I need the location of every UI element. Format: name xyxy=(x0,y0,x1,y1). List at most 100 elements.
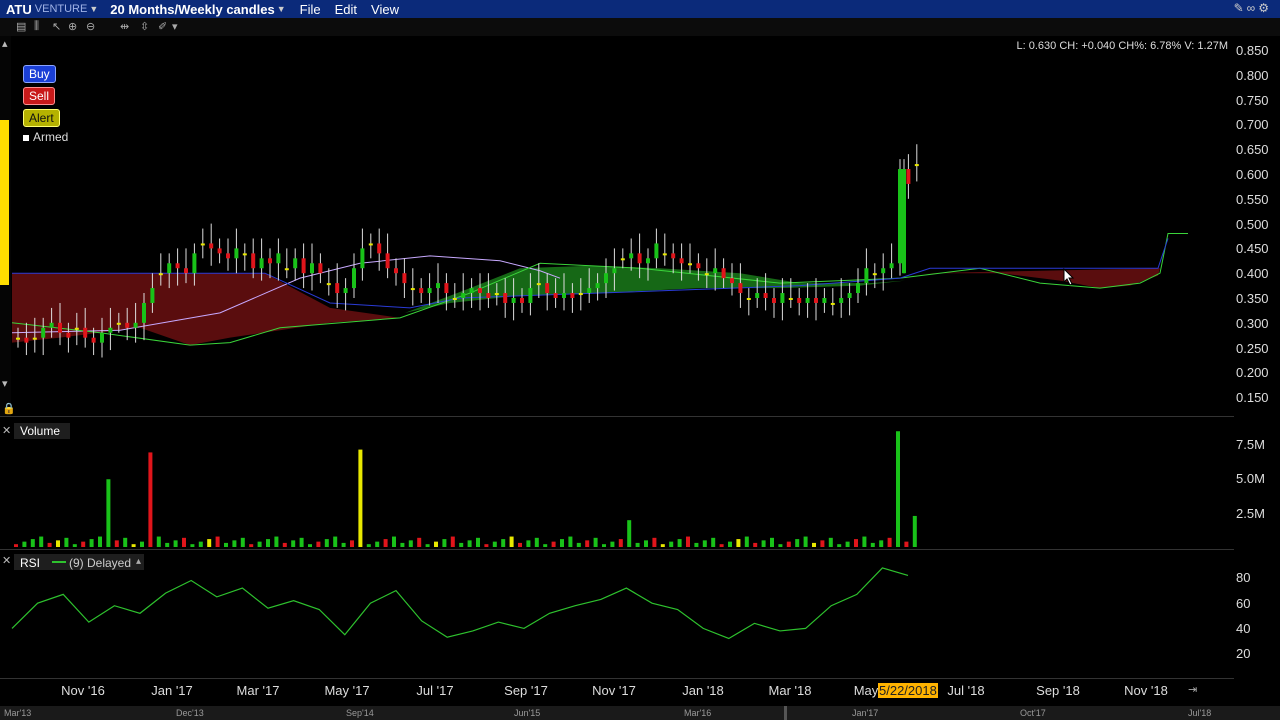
candle-body xyxy=(696,263,701,269)
candle-body xyxy=(553,293,558,298)
candle-body xyxy=(58,322,62,333)
volume-bar xyxy=(408,540,413,547)
candle-body xyxy=(158,273,163,276)
candle-body xyxy=(872,273,877,276)
candle-body xyxy=(259,258,264,269)
candle-body xyxy=(125,322,130,328)
overview-label: Jan'17 xyxy=(852,708,879,718)
volume-bar xyxy=(887,537,892,547)
volume-bar xyxy=(308,544,312,547)
volume-bar xyxy=(627,520,632,547)
volume-bar xyxy=(593,537,598,547)
candle-body xyxy=(856,283,860,294)
volume-bar xyxy=(761,540,766,547)
volume-bar xyxy=(232,540,237,547)
volume-bar xyxy=(543,544,548,547)
candle-body xyxy=(41,327,46,338)
volume-bar xyxy=(400,542,405,547)
candle-body xyxy=(847,293,852,298)
volume-bar xyxy=(333,536,338,547)
volume-bar xyxy=(324,539,329,547)
overview-label: Dec'13 xyxy=(176,708,204,718)
candle-body xyxy=(284,268,289,271)
candle-body xyxy=(688,263,692,266)
volume-bar xyxy=(786,541,791,547)
candle-body xyxy=(797,298,802,303)
candle-body xyxy=(142,302,146,323)
candle-body xyxy=(251,253,256,269)
volume-bar xyxy=(652,537,657,547)
volume-bar xyxy=(476,537,480,547)
time-axis-label: Sep '18 xyxy=(1036,683,1080,698)
volume-bar xyxy=(660,544,665,547)
volume-bar xyxy=(795,539,800,547)
overview-handle[interactable] xyxy=(784,706,787,720)
candle-body xyxy=(620,258,625,261)
candle-body xyxy=(116,322,121,325)
overview-strip[interactable]: Mar'13 Dec'13 Sep'14 Jun'15 Mar'16 Jan'17 Oct'… xyxy=(0,706,1280,720)
candle-body xyxy=(637,253,642,264)
pin-icon[interactable]: ⇥ xyxy=(1188,683,1197,696)
volume-bar xyxy=(862,536,867,547)
volume-bar xyxy=(383,539,388,547)
candle-body xyxy=(268,258,272,264)
candle-body xyxy=(200,243,205,246)
candle-body xyxy=(486,293,491,298)
volume-bar xyxy=(711,537,716,547)
candle-body xyxy=(864,268,869,284)
time-axis-label: Mar '18 xyxy=(768,683,812,698)
crosshair-date: 5/22/2018 xyxy=(878,683,938,698)
overview-label: Oct'17 xyxy=(1020,708,1046,718)
candle-body xyxy=(679,258,684,264)
candle-body xyxy=(730,278,734,284)
volume-bar xyxy=(47,542,52,547)
time-axis-label: Sep '17 xyxy=(504,683,548,698)
candle-body xyxy=(150,288,155,303)
volume-bar xyxy=(81,541,86,547)
volume-bar xyxy=(870,542,875,547)
volume-bar xyxy=(719,544,724,547)
volume-bar xyxy=(576,542,581,547)
volume-bar xyxy=(114,540,119,547)
candle-body xyxy=(822,298,827,303)
volume-bar xyxy=(215,536,220,547)
candle-body xyxy=(746,298,751,300)
volume-bar xyxy=(358,449,363,547)
candle-body xyxy=(24,337,29,343)
candle-body xyxy=(755,293,760,298)
volume-bar xyxy=(635,542,640,547)
candle-body xyxy=(452,298,457,300)
candle-body xyxy=(209,243,214,249)
candle-body xyxy=(352,268,356,289)
volume-bar xyxy=(56,540,60,547)
volume-bar xyxy=(845,541,850,547)
candle-body xyxy=(318,263,323,274)
time-axis-label: Mar '17 xyxy=(236,683,280,698)
candle-body xyxy=(360,248,365,269)
candle-body xyxy=(902,169,906,274)
volume-bar xyxy=(165,542,170,547)
volume-bar xyxy=(534,537,539,547)
rsi-line xyxy=(11,567,909,640)
candle-body xyxy=(419,288,424,294)
volume-bar xyxy=(686,536,690,547)
volume-bar xyxy=(912,515,917,547)
candle-body xyxy=(780,293,785,303)
time-axis-label: May '17 xyxy=(324,683,370,698)
price-chart[interactable] xyxy=(0,0,1280,720)
candle-body xyxy=(881,268,886,274)
volume-bar xyxy=(98,536,102,547)
time-axis-label: Jul '17 xyxy=(416,683,454,698)
volume-bar xyxy=(350,540,354,547)
candle-body xyxy=(226,253,230,259)
candle-body xyxy=(293,258,298,269)
candle-body xyxy=(301,258,306,274)
candle-body xyxy=(326,283,331,286)
candle-body xyxy=(713,268,718,274)
volume-bar xyxy=(106,479,111,547)
candle-body xyxy=(612,268,617,274)
volume-bar xyxy=(282,542,287,547)
volume-bar xyxy=(509,536,514,547)
volume-bar xyxy=(274,536,279,547)
candle-body xyxy=(805,298,810,303)
